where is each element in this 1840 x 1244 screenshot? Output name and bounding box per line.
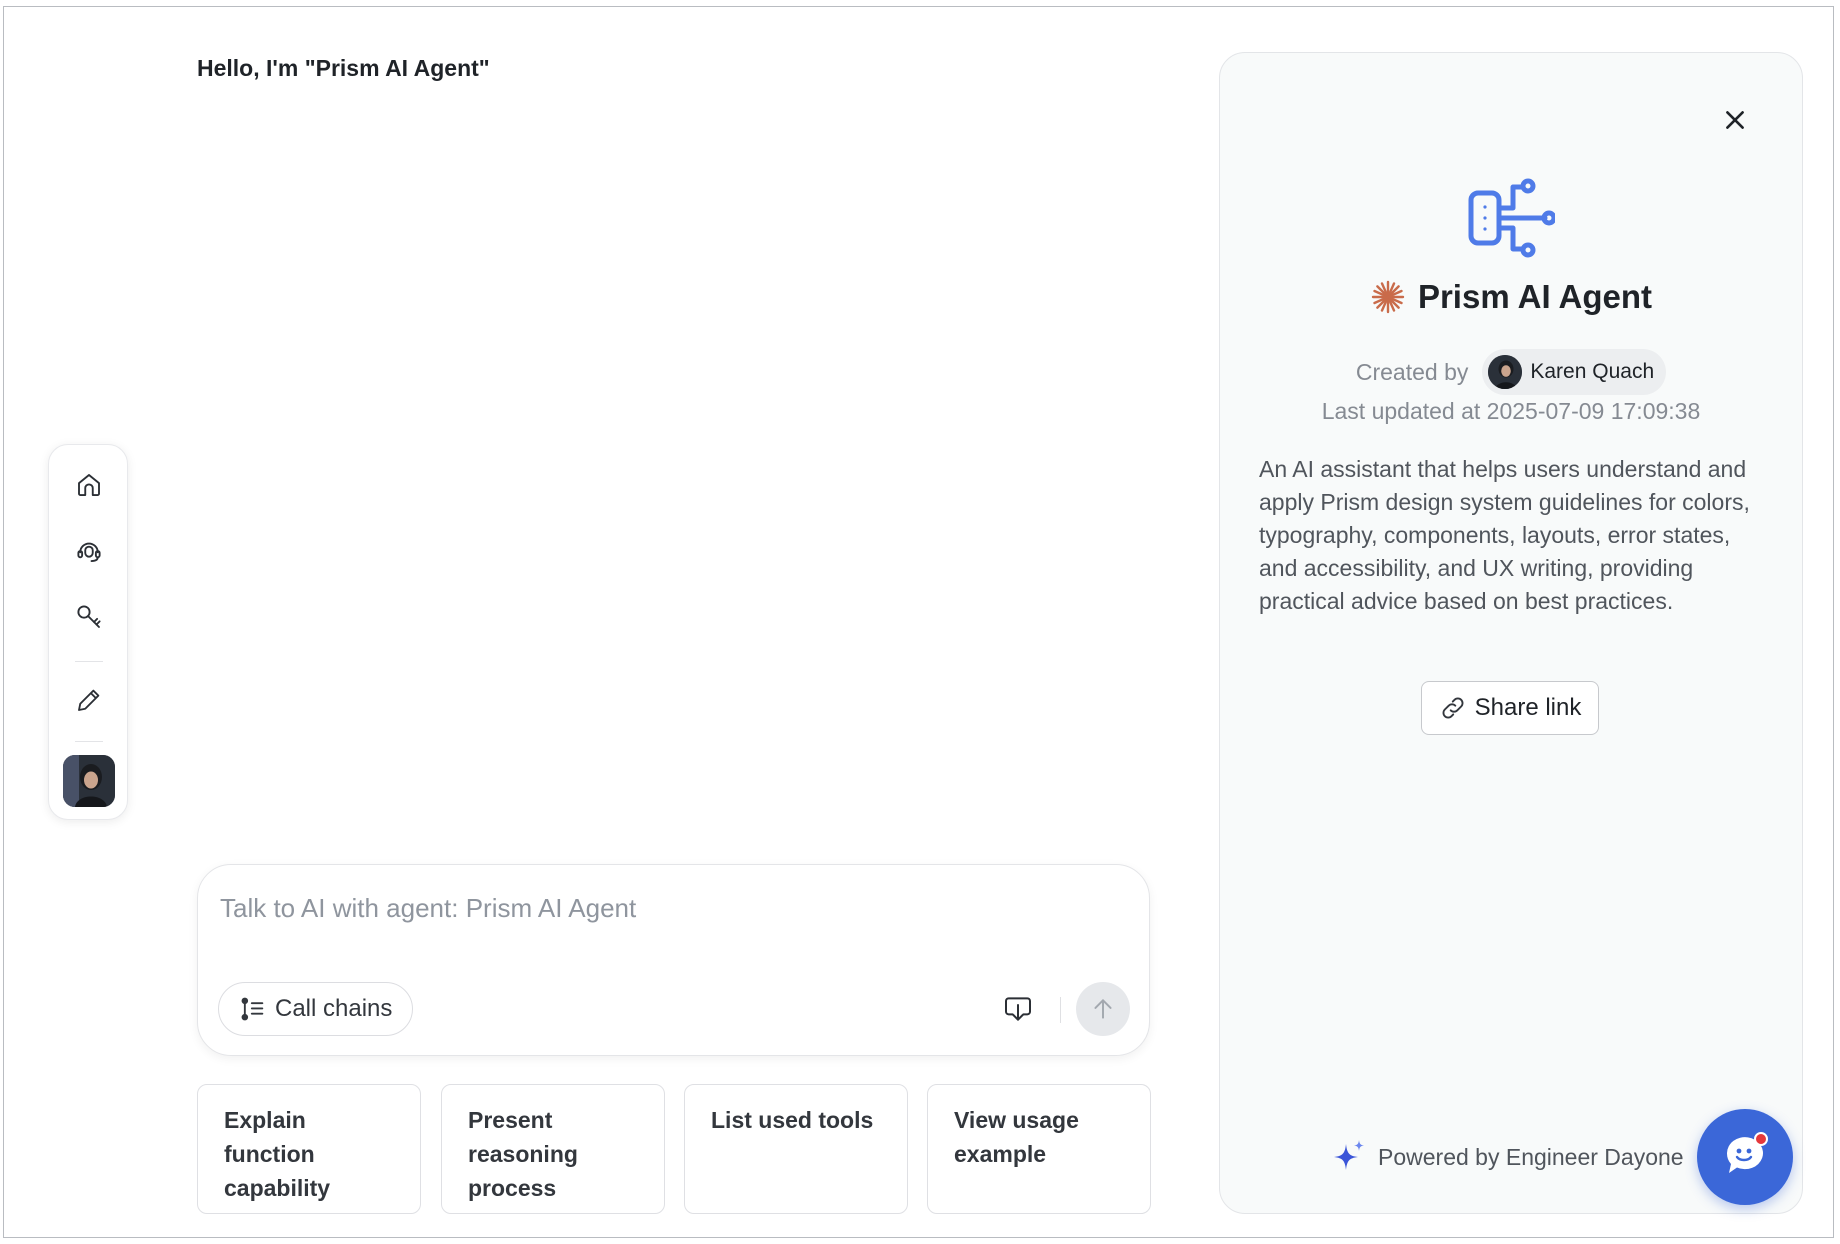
home-icon: [78, 474, 100, 496]
send-button[interactable]: [1076, 982, 1130, 1036]
support-button[interactable]: [69, 531, 109, 571]
agent-description: An AI assistant that helps users underst…: [1259, 456, 1750, 614]
agent-title: Prism AI Agent: [1417, 278, 1653, 315]
call-chains-button[interactable]: Call chains: [218, 982, 414, 1036]
suggestion-card[interactable]: Explain function capability: [197, 1084, 421, 1214]
app-window: Hello, I'm "Prism AI Agent" Talk to AI w…: [3, 6, 1834, 1238]
pencil-icon: [78, 689, 100, 711]
toolbar-divider: [75, 741, 103, 742]
chat-input[interactable]: [218, 887, 1122, 929]
suggestion-card[interactable]: List used tools: [684, 1084, 908, 1214]
agent-network-icon: [1468, 178, 1555, 258]
close-icon: [1726, 111, 1744, 129]
suggestion-card[interactable]: Present reasoning process: [441, 1084, 665, 1214]
powered-by: Powered by Engineer Dayone: [1330, 1138, 1684, 1176]
last-updated: Last updated at 2025-07-09 17:09:38: [1321, 398, 1701, 424]
download-icon: [1005, 997, 1031, 1021]
agent-title-row: Prism AI Agent: [1220, 278, 1802, 316]
call-chains-label: Call chains: [275, 995, 393, 1022]
key-button[interactable]: [69, 597, 109, 637]
user-avatar[interactable]: [63, 755, 115, 807]
greeting-title: Hello, I'm "Prism AI Agent": [197, 55, 490, 81]
created-by-label: Created by: [1355, 358, 1469, 385]
support-icon: [77, 542, 101, 562]
author-name: Karen Quach: [1530, 360, 1655, 383]
link-icon: [1442, 697, 1464, 719]
agent-info-panel: Prism AI Agent Created by Karen Quach La…: [1219, 52, 1803, 1214]
composer-divider: [1060, 997, 1061, 1023]
created-by-row: Created by Karen Quach: [1220, 349, 1802, 395]
side-toolbar: [48, 444, 128, 820]
arrow-up-icon: [1094, 999, 1112, 1019]
key-icon: [77, 605, 101, 628]
share-link-label: Share link: [1474, 694, 1582, 721]
edit-button[interactable]: [69, 680, 109, 720]
user-avatar-image: [63, 755, 115, 807]
sparkle-icon: [1371, 280, 1405, 314]
author-chip[interactable]: Karen Quach: [1482, 349, 1667, 395]
home-button[interactable]: [69, 465, 109, 505]
powered-by-text: Powered by Engineer Dayone: [1378, 1143, 1684, 1170]
download-button[interactable]: [998, 989, 1038, 1029]
close-button[interactable]: [1718, 103, 1752, 137]
chat-support-button[interactable]: [1697, 1109, 1793, 1205]
call-chains-icon: [241, 997, 264, 1021]
suggestion-card[interactable]: View usage example: [927, 1084, 1151, 1214]
chat-composer: Call chains: [197, 864, 1150, 1056]
toolbar-divider: [75, 661, 103, 662]
author-avatar: [1488, 355, 1523, 389]
share-link-button[interactable]: Share link: [1421, 681, 1599, 735]
ai-sparkle-icon: [1334, 1140, 1364, 1170]
chat-bubble-icon: [1726, 1132, 1768, 1173]
